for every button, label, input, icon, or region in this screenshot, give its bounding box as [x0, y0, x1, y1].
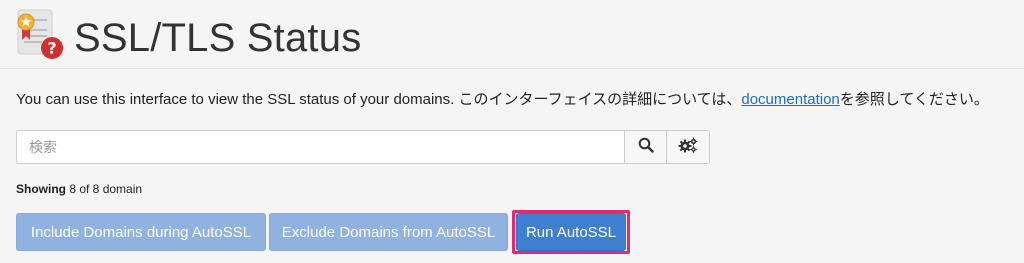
- search-input[interactable]: [17, 131, 624, 163]
- svg-text:?: ?: [47, 39, 56, 58]
- include-domains-button[interactable]: Include Domains during AutoSSL: [16, 213, 266, 251]
- page-header: ? SSL/TLS Status: [0, 0, 1024, 69]
- search-button[interactable]: [624, 131, 666, 163]
- description-suffix: を参照してください。: [839, 91, 989, 108]
- page-title: SSL/TLS Status: [74, 16, 362, 60]
- description-text: You can use this interface to view the S…: [16, 91, 742, 108]
- run-autossl-button[interactable]: Run AutoSSL: [516, 213, 626, 251]
- search-bar: [16, 130, 710, 164]
- showing-label: Showing: [16, 182, 66, 196]
- showing-count-text: 8 of 8 domain: [66, 182, 143, 196]
- documentation-link[interactable]: documentation: [741, 91, 839, 108]
- exclude-domains-button[interactable]: Exclude Domains from AutoSSL: [269, 213, 508, 251]
- certificate-question-icon: ?: [16, 8, 66, 60]
- showing-count: Showing 8 of 8 domain: [16, 182, 142, 196]
- search-icon: [638, 137, 654, 158]
- gears-icon: [678, 137, 698, 158]
- search-settings-button[interactable]: [666, 131, 709, 163]
- page-description: You can use this interface to view the S…: [16, 90, 1016, 110]
